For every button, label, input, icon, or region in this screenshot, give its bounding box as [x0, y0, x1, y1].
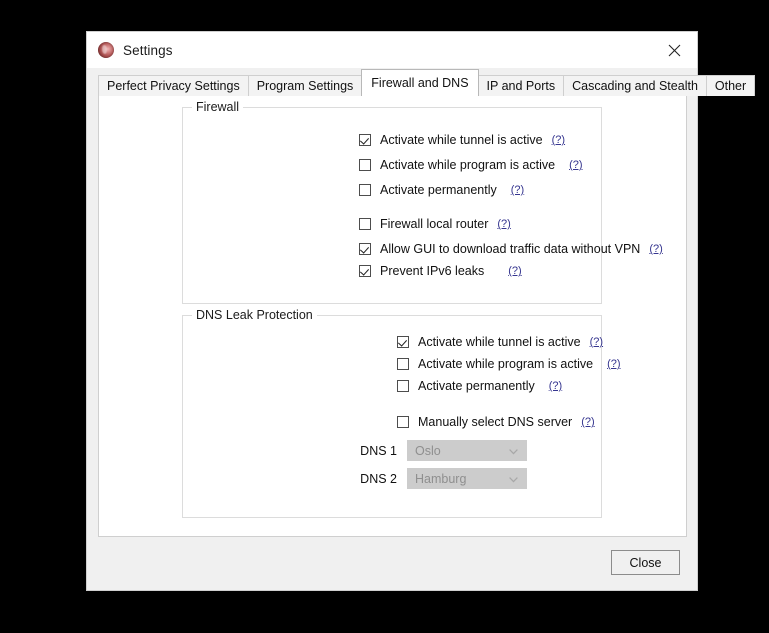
help-link-icon[interactable]: (?): [508, 265, 521, 277]
firewall-group-title: Firewall: [192, 100, 244, 114]
window-title: Settings: [123, 42, 173, 58]
settings-window: Settings Perfect Privacy Settings Progra…: [86, 31, 756, 591]
dns-1-value: Oslo: [415, 443, 441, 458]
checkbox-label: Prevent IPv6 leaks: [380, 264, 485, 278]
checkbox-row-dns-activate-while-tunnel-active[interactable]: Activate while tunnel is active (?): [397, 335, 603, 349]
checkbox-row-dns-activate-permanently[interactable]: Activate permanently (?): [397, 379, 562, 393]
dns-1-label: DNS 1: [360, 443, 397, 458]
app-logo-icon: [98, 42, 114, 58]
checkbox-row-manually-select-dns-server[interactable]: Manually select DNS server (?): [397, 415, 595, 429]
checkbox-row-activate-permanently[interactable]: Activate permanently (?): [359, 183, 524, 197]
dns-2-value: Hamburg: [415, 471, 467, 486]
checkbox-label: Activate while tunnel is active: [380, 133, 543, 147]
checkbox-label: Firewall local router: [380, 217, 489, 231]
checkbox-activate-permanently[interactable]: [359, 184, 371, 196]
dns-group-title: DNS Leak Protection: [192, 308, 317, 322]
tab-program-settings[interactable]: Program Settings: [247, 75, 363, 96]
checkbox-dns-activate-permanently[interactable]: [397, 380, 409, 392]
checkbox-label: Activate permanently: [380, 183, 497, 197]
checkbox-row-activate-while-tunnel-active[interactable]: Activate while tunnel is active (?): [359, 133, 565, 147]
tab-cascading-and-stealth[interactable]: Cascading and Stealth: [563, 75, 707, 96]
checkbox-manually-select-dns-server[interactable]: [397, 416, 409, 428]
help-link-icon[interactable]: (?): [497, 218, 510, 230]
help-link-icon[interactable]: (?): [511, 184, 524, 196]
checkbox-label: Activate while program is active: [418, 357, 594, 371]
checkbox-row-dns-activate-while-program-active[interactable]: Activate while program is active (?): [397, 357, 621, 371]
tab-content-panel: Firewall Activate while tunnel is active…: [98, 95, 687, 537]
close-icon[interactable]: [652, 32, 697, 68]
tab-bar: Perfect Privacy Settings Program Setting…: [98, 68, 756, 96]
checkbox-prevent-ipv6-leaks[interactable]: [359, 265, 371, 277]
help-link-icon[interactable]: (?): [549, 380, 562, 392]
dns-2-select[interactable]: Hamburg: [407, 468, 527, 489]
checkbox-row-activate-while-program-active[interactable]: Activate while program is active (?): [359, 158, 583, 172]
checkbox-row-firewall-local-router[interactable]: Firewall local router (?): [359, 217, 511, 231]
dns-1-select[interactable]: Oslo: [407, 440, 527, 461]
checkbox-allow-gui-download-traffic-data[interactable]: [359, 243, 371, 255]
tab-ip-and-ports[interactable]: IP and Ports: [477, 75, 565, 96]
window-footer: Close: [87, 537, 697, 590]
checkbox-activate-while-program-active[interactable]: [359, 159, 371, 171]
help-link-icon[interactable]: (?): [552, 134, 565, 146]
checkbox-row-allow-gui-download-traffic-data[interactable]: Allow GUI to download traffic data witho…: [359, 242, 663, 256]
help-link-icon[interactable]: (?): [649, 243, 662, 255]
dns-1-row: DNS 1 Oslo: [351, 440, 527, 461]
dns-2-row: DNS 2 Hamburg: [351, 468, 527, 489]
checkbox-activate-while-tunnel-active[interactable]: [359, 134, 371, 146]
checkbox-dns-activate-while-tunnel-active[interactable]: [397, 336, 409, 348]
help-link-icon[interactable]: (?): [569, 159, 582, 171]
tab-other[interactable]: Other: [705, 75, 756, 96]
checkbox-dns-activate-while-program-active[interactable]: [397, 358, 409, 370]
checkbox-label: Manually select DNS server: [418, 415, 573, 429]
chevron-down-icon: [509, 476, 518, 485]
close-button[interactable]: Close: [611, 550, 680, 575]
firewall-group: Firewall Activate while tunnel is active…: [182, 100, 663, 304]
tab-perfect-privacy-settings[interactable]: Perfect Privacy Settings: [98, 75, 249, 96]
help-link-icon[interactable]: (?): [607, 358, 620, 370]
tab-firewall-and-dns[interactable]: Firewall and DNS: [361, 69, 479, 96]
checkbox-label: Allow GUI to download traffic data witho…: [380, 242, 641, 256]
checkbox-row-prevent-ipv6-leaks[interactable]: Prevent IPv6 leaks (?): [359, 264, 522, 278]
help-link-icon[interactable]: (?): [581, 416, 594, 428]
dns-leak-protection-group: DNS Leak Protection Activate while tunne…: [182, 308, 621, 518]
checkbox-label: Activate permanently: [418, 379, 535, 393]
checkbox-label: Activate while tunnel is active: [418, 335, 581, 349]
checkbox-firewall-local-router[interactable]: [359, 218, 371, 230]
chevron-down-icon: [509, 448, 518, 457]
dns-2-label: DNS 2: [360, 471, 397, 486]
help-link-icon[interactable]: (?): [590, 336, 603, 348]
title-bar: Settings: [87, 32, 697, 68]
checkbox-label: Activate while program is active: [380, 158, 556, 172]
